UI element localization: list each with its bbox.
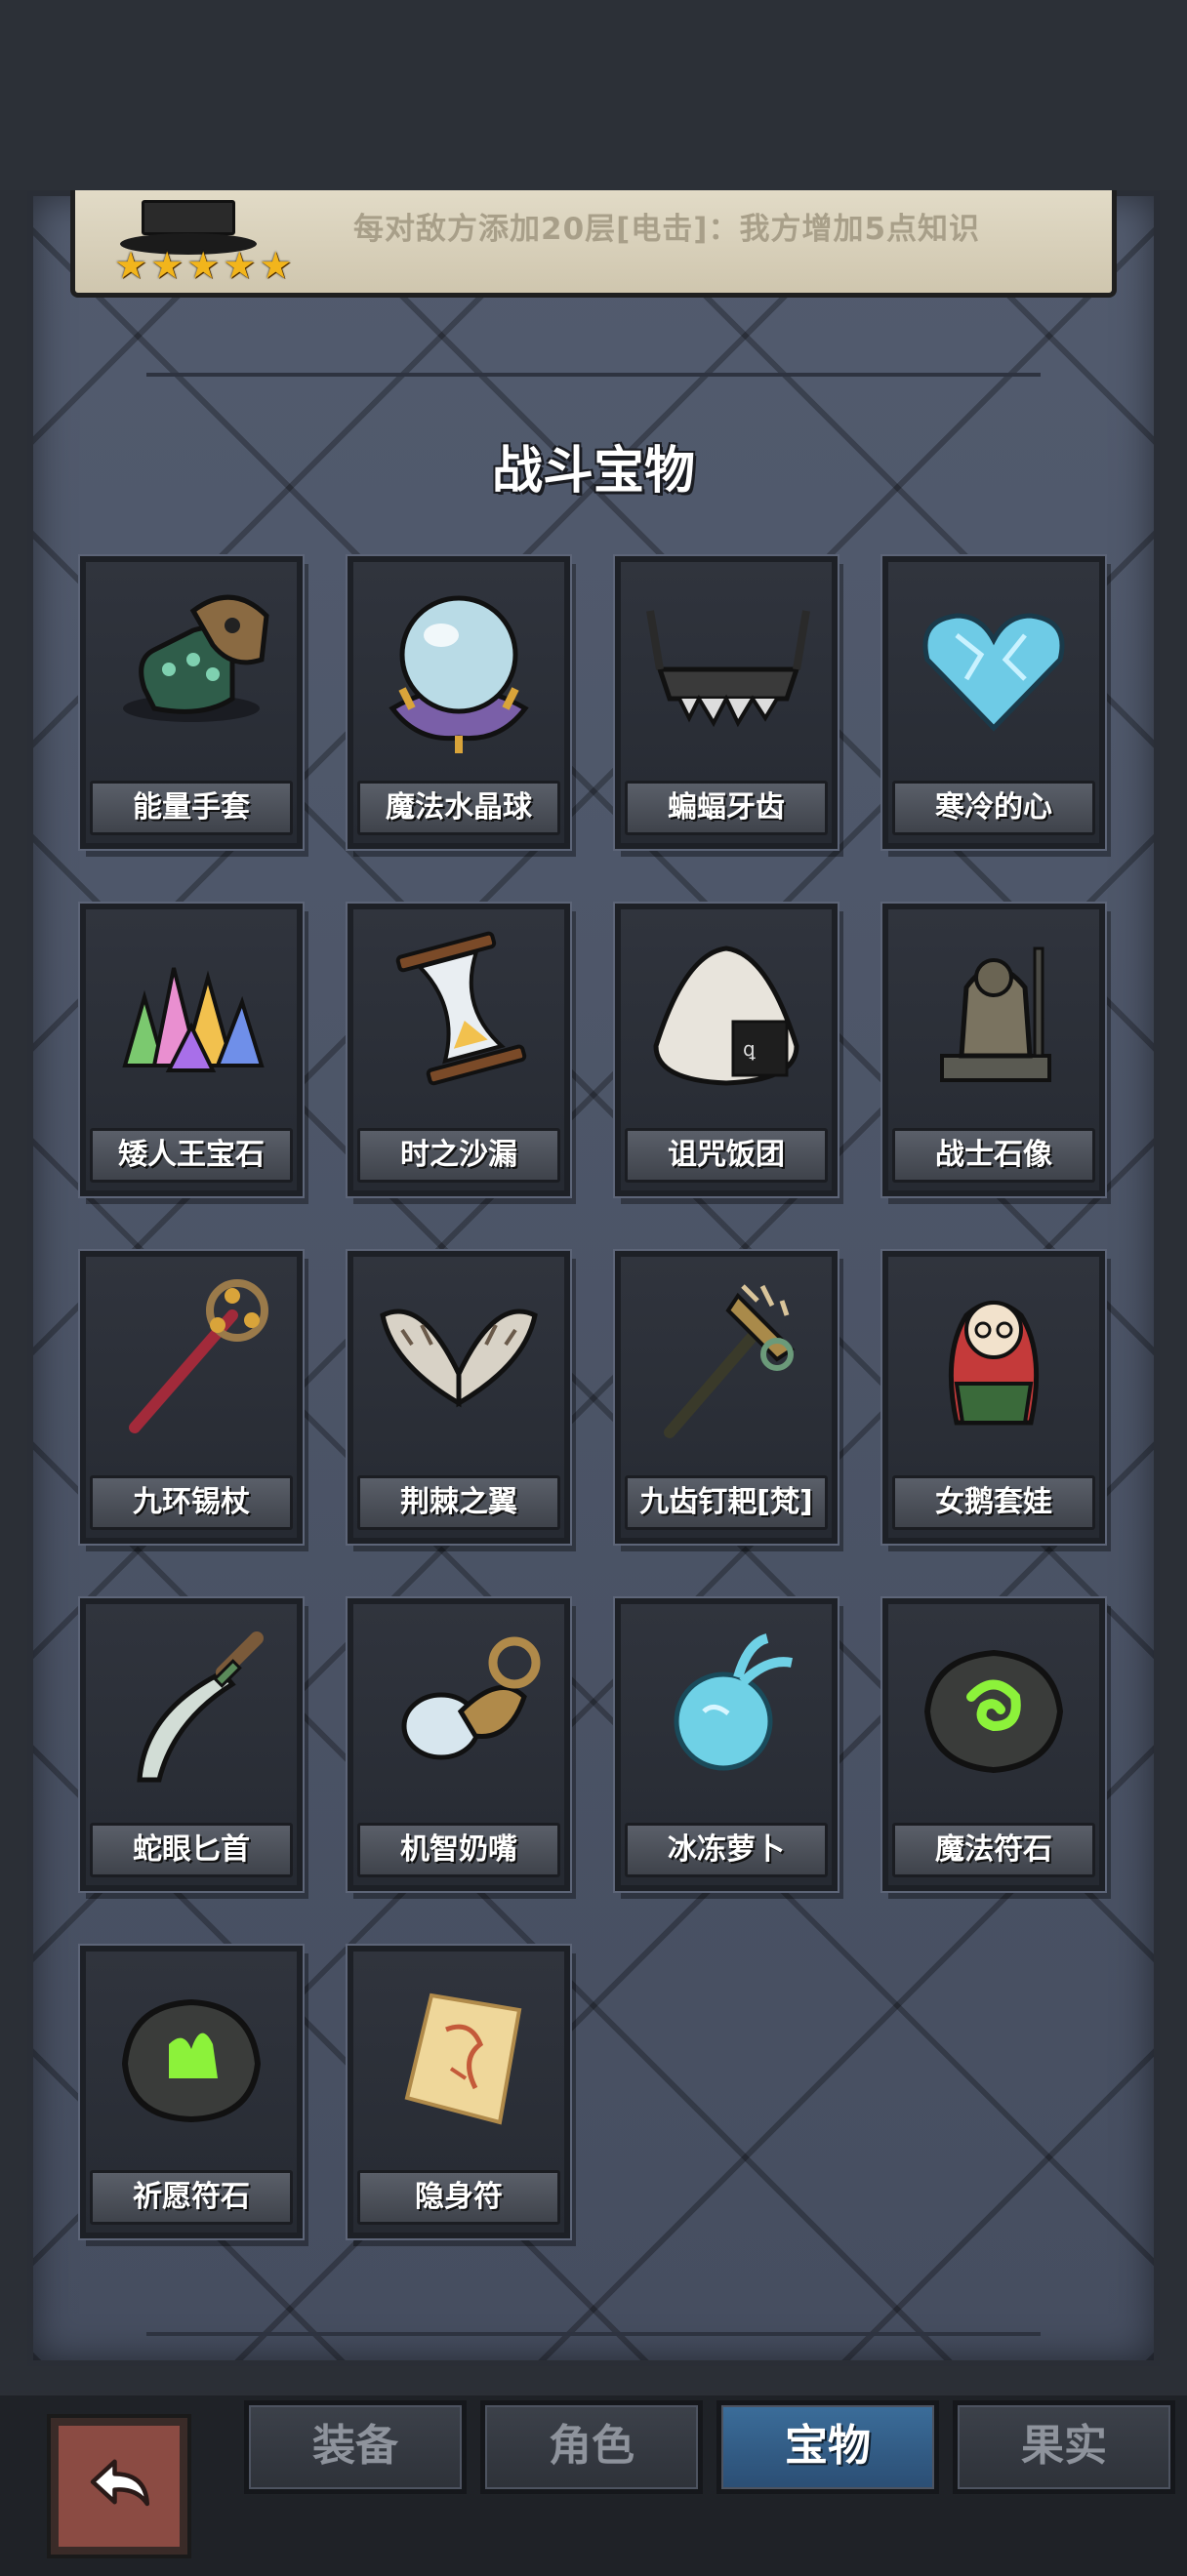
tab-fruits[interactable]: 果实 — [953, 2400, 1175, 2494]
treasure-card[interactable]: 能量手套 — [80, 556, 303, 849]
treasure-card[interactable]: 矮人王宝石 — [80, 904, 303, 1196]
treasure-name: 蛇眼匕首 — [90, 1823, 293, 1877]
treasure-card[interactable]: 女鹅套娃 — [882, 1251, 1105, 1544]
treasure-name: 时之沙漏 — [357, 1128, 560, 1183]
tab-treasures[interactable]: 宝物 — [716, 2400, 939, 2494]
thorn-wings-icon — [353, 1257, 564, 1471]
treasure-card[interactable]: 时之沙漏 — [348, 904, 570, 1196]
treasure-name: 魔法符石 — [892, 1823, 1095, 1877]
treasure-name: 九环锡杖 — [90, 1475, 293, 1530]
star-icon: ★ — [150, 244, 184, 287]
treasure-effect-text: 每对敌方添加20层[电击]：我方增加5点知识 — [353, 212, 981, 247]
treasure-name: 九齿钉耙[梵] — [625, 1475, 828, 1530]
treasure-name: 矮人王宝石 — [90, 1128, 293, 1183]
treasure-name: 祈愿符石 — [90, 2170, 293, 2225]
gem-cluster-icon — [86, 909, 297, 1124]
svg-text:ꝗ: ꝗ — [743, 1037, 756, 1061]
wish-stone-icon — [86, 1952, 297, 2166]
star-rating: ★ ★ ★ ★ ★ — [114, 247, 292, 284]
hourglass-icon — [353, 909, 564, 1124]
treasure-name: 冰冻萝卜 — [625, 1823, 828, 1877]
star-icon: ★ — [259, 244, 293, 287]
treasure-card[interactable]: ꝗ 诅咒饭团 — [615, 904, 838, 1196]
treasure-info-strip: ★ ★ ★ ★ ★ 每对敌方添加20层[电击]：我方增加5点知识 — [70, 190, 1117, 298]
star-icon: ★ — [114, 244, 148, 287]
treasure-card[interactable]: 隐身符 — [348, 1946, 570, 2238]
treasure-name: 战士石像 — [892, 1128, 1095, 1183]
treasure-card[interactable]: 寒冷的心 — [882, 556, 1105, 849]
treasure-card[interactable]: 蛇眼匕首 — [80, 1598, 303, 1891]
dagger-icon — [86, 1604, 297, 1819]
treasure-name: 诅咒饭团 — [625, 1128, 828, 1183]
staff-icon — [86, 1257, 297, 1471]
star-icon: ★ — [223, 244, 257, 287]
treasure-card[interactable]: 九环锡杖 — [80, 1251, 303, 1544]
ice-heart-icon — [888, 562, 1099, 777]
treasure-name: 魔法水晶球 — [357, 781, 560, 835]
treasure-name: 蝙蝠牙齿 — [625, 781, 828, 835]
top-band — [0, 0, 1187, 190]
treasure-name: 寒冷的心 — [892, 781, 1095, 835]
glove-icon — [86, 562, 297, 777]
treasure-card[interactable]: 战士石像 — [882, 904, 1105, 1196]
section-title: 战斗宝物 — [491, 442, 695, 501]
back-button[interactable] — [51, 2418, 187, 2555]
divider — [146, 2332, 1041, 2336]
treasure-card[interactable]: 蝙蝠牙齿 — [615, 556, 838, 849]
treasure-name: 能量手套 — [90, 781, 293, 835]
treasure-card[interactable]: 冰冻萝卜 — [615, 1598, 838, 1891]
talisman-icon — [353, 1952, 564, 2166]
pacifier-icon — [353, 1604, 564, 1819]
treasure-card[interactable]: 荆棘之翼 — [348, 1251, 570, 1544]
tab-characters[interactable]: 角色 — [480, 2400, 703, 2494]
star-icon: ★ — [186, 244, 221, 287]
treasure-card[interactable]: 魔法水晶球 — [348, 556, 570, 849]
tab-equipment[interactable]: 装备 — [244, 2400, 467, 2494]
bat-teeth-icon — [621, 562, 832, 777]
warrior-statue-icon — [888, 909, 1099, 1124]
nesting-doll-icon — [888, 1257, 1099, 1471]
rake-icon — [621, 1257, 832, 1471]
treasure-card[interactable]: 祈愿符石 — [80, 1946, 303, 2238]
treasure-card[interactable]: 魔法符石 — [882, 1598, 1105, 1891]
rune-stone-icon — [888, 1604, 1099, 1819]
treasure-name: 女鹅套娃 — [892, 1475, 1095, 1530]
treasure-card[interactable]: 机智奶嘴 — [348, 1598, 570, 1891]
divider — [146, 373, 1041, 377]
treasure-name: 隐身符 — [357, 2170, 560, 2225]
frozen-radish-icon — [621, 1604, 832, 1819]
rice-ball-icon: ꝗ — [621, 909, 832, 1124]
treasure-name: 机智奶嘴 — [357, 1823, 560, 1877]
treasure-name: 荆棘之翼 — [357, 1475, 560, 1530]
treasure-card[interactable]: 九齿钉耙[梵] — [615, 1251, 838, 1544]
back-arrow-icon — [90, 2459, 150, 2507]
crystal-ball-icon — [353, 562, 564, 777]
